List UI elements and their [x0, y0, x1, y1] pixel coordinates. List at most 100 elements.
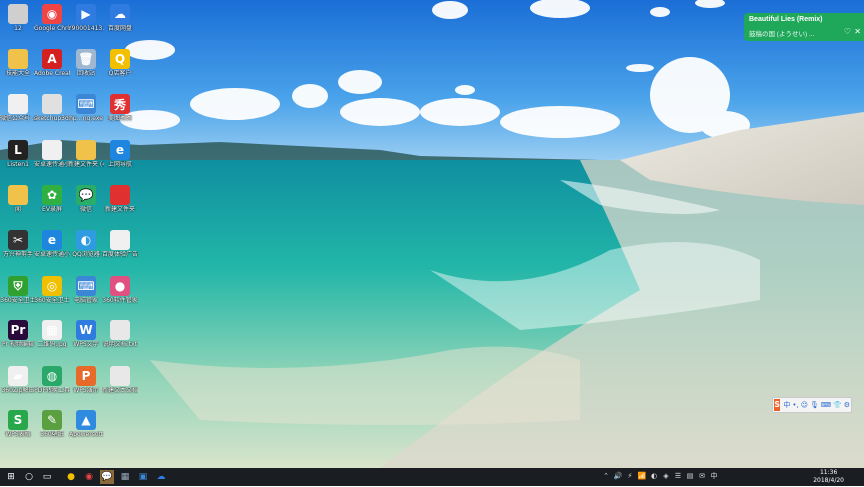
tray-icon[interactable]: ▤ [685, 470, 695, 482]
desktop-icon[interactable]: ◍ PDF转换工具 [34, 366, 70, 394]
desktop-icon[interactable]: ◐ QQ浏览器 [68, 230, 104, 258]
desktop-icon-label: 百度体验广告图 [102, 251, 138, 258]
desktop-icon[interactable]: 12 [0, 4, 36, 32]
desktop-icon[interactable]: ▰ 360Zip解压 [0, 366, 36, 394]
desktop-icon[interactable]: sketchup3d… [34, 94, 70, 122]
like-icon[interactable]: ♡ [844, 27, 851, 36]
desktop-icon[interactable]: W WPS文字 [68, 320, 104, 348]
clock-date: 2018/4/20 [813, 477, 844, 484]
app-icon: ✎ [42, 410, 62, 430]
desktop-icon-label: WPS表格 [5, 431, 31, 438]
tray-icon[interactable]: ⚡ [625, 470, 635, 482]
desktop-icon-label: 新建文件夹 (4) [68, 161, 104, 168]
desktop-icon-label: Listen1 [7, 161, 29, 168]
clock-time: 11:36 [819, 469, 838, 476]
app-icon: ☁ [110, 4, 130, 24]
desktop-icon[interactable]: ✿ EV录屏 [34, 185, 70, 213]
close-icon[interactable]: ✕ [854, 27, 861, 36]
desktop-icon[interactable]: L Listen1 [0, 140, 36, 168]
ime-punct-button[interactable]: •, [792, 401, 798, 409]
desktop-icon[interactable]: 安卓速传通小程序安装 [34, 140, 70, 168]
start-button[interactable]: ⊞ [4, 470, 18, 484]
ime-toolbar[interactable]: S 中 •, ☺ 🎙 ⌨ 👕 ⚙ [772, 397, 852, 413]
ime-skin-button[interactable]: 👕 [833, 401, 842, 409]
app-icon: e [42, 230, 62, 250]
desktop-icon-label: Q店客户 [108, 70, 132, 77]
task-view-button[interactable]: ▭ [40, 470, 54, 484]
tray-icon[interactable]: 中 [709, 470, 719, 482]
taskbar: ⊞ ○ ▭ ● ◉ 💬 ▦ ▣ ☁ ⌃ 🔊 ⚡ 📶 ◐ ◈ ☰ ▤ ✉ 中 11:36 2018/4/20 [0, 468, 864, 486]
tray-icon[interactable]: ⌃ [601, 470, 611, 482]
taskbar-app-icon[interactable]: ▦ [118, 470, 132, 484]
app-icon: ◐ [76, 230, 96, 250]
desktop-icon-label: 360壁纸 [40, 431, 64, 438]
ime-emoji-button[interactable]: ☺ [801, 401, 808, 409]
tray-icon[interactable]: ◈ [661, 470, 671, 482]
desktop-icon[interactable]: 新建文本文档 [102, 366, 138, 394]
desktop-icon-label: 12 [14, 25, 22, 32]
app-icon [76, 140, 96, 160]
desktop-icon[interactable]: ✎ 360壁纸 [34, 410, 70, 438]
desktop-icon[interactable]: 技能大全 [0, 49, 36, 77]
app-icon: ▰ [8, 366, 28, 386]
desktop-icon[interactable]: 说明文档.txt [102, 320, 138, 348]
taskbar-app-icon[interactable]: 💬 [100, 470, 114, 484]
desktop-icon[interactable]: ⛨ 360安全卫士 [0, 276, 36, 304]
ime-settings-button[interactable]: ⚙ [844, 401, 850, 409]
desktop-icon[interactable]: ◉Google Chrome [34, 4, 70, 32]
desktop-icon[interactable]: ✂ 万兴神剪手 [0, 230, 36, 258]
sogou-logo-icon[interactable]: S [774, 399, 781, 411]
app-icon: ▲ [76, 410, 96, 430]
app-icon [110, 230, 130, 250]
tray-icon[interactable]: ◐ [649, 470, 659, 482]
desktop-icon[interactable]: 秀美图秀秀 [102, 94, 138, 122]
desktop-icon-label: sketchup3d… [34, 115, 70, 122]
desktop-icon-label: 上网导航 [107, 161, 132, 168]
desktop-icon-label: 美图秀秀 [107, 115, 132, 122]
desktop-icon[interactable]: ▶Y90001413… [68, 4, 104, 32]
app-icon [42, 94, 62, 114]
desktop-icon[interactable]: Q Q店客户 [102, 49, 138, 77]
desktop-icon[interactable]: e 上网导航 [102, 140, 138, 168]
desktop-icon[interactable]: ◎ 360安全卫士 [34, 276, 70, 304]
taskbar-app-icon[interactable]: ▣ [136, 470, 150, 484]
desktop-icon[interactable]: ▲ Apowersoft [68, 410, 104, 438]
desktop-icon[interactable]: ⌨ 电脑管家 [68, 276, 104, 304]
desktop-icon[interactable]: S WPS表格 [0, 410, 36, 438]
clock[interactable]: 11:36 2018/4/20 [813, 468, 844, 487]
desktop-icon[interactable]: 💬 微信 [68, 185, 104, 213]
desktop-icon[interactable]: 微信公众号 .exe [0, 94, 36, 122]
tray-icon[interactable]: ✉ [697, 470, 707, 482]
music-player-widget[interactable]: Beautiful Lies (Remix) 鼓稿の国 (ようせい) ... ♡… [744, 13, 864, 41]
desktop-icon[interactable]: 新建文件夹 [102, 185, 138, 213]
desktop-icon-label: Apowersoft [69, 431, 103, 438]
desktop-icon-label: Google Chrome [34, 25, 70, 32]
app-icon: Q [110, 49, 130, 69]
app-icon: Pr [8, 320, 28, 340]
desktop-icon[interactable]: P WPS演示 [68, 366, 104, 394]
tray-icon[interactable]: ☰ [673, 470, 683, 482]
desktop-icon[interactable]: 🗑 回收站 [68, 49, 104, 77]
taskbar-app-icon[interactable]: ☁ [154, 470, 168, 484]
tray-icon[interactable]: 📶 [637, 470, 647, 482]
desktop-icon-label: WPS演示 [73, 387, 99, 394]
desktop-icon[interactable]: 百度体验广告图 [102, 230, 138, 258]
desktop-icon[interactable]: ☁ 百度网盘 [102, 4, 138, 32]
ime-keyboard-button[interactable]: ⌨ [821, 401, 831, 409]
search-button[interactable]: ○ [22, 470, 36, 484]
ime-voice-button[interactable]: 🎙 [810, 401, 819, 409]
desktop-icon[interactable]: ⌨ hp…ng.exe [68, 94, 104, 122]
desktop-icon[interactable]: AAdobe Creat… [34, 49, 70, 77]
desktop-icon-label: 360软件管家 [102, 297, 138, 304]
ime-lang-button[interactable]: 中 [783, 400, 790, 410]
taskbar-app-icon[interactable]: ● [64, 470, 78, 484]
desktop-icon[interactable]: Pr Pr 视频编辑 [0, 320, 36, 348]
tray-icon[interactable]: 🔊 [613, 470, 623, 482]
desktop-icon[interactable]: e安卓速传通小程序安装 [34, 230, 70, 258]
desktop-icon[interactable]: 闻 [0, 185, 36, 213]
desktop-icon-label: 回收站 [76, 70, 95, 77]
taskbar-app-icon[interactable]: ◉ [82, 470, 96, 484]
desktop-icon[interactable]: ▦ 二维码.jpg [34, 320, 70, 348]
desktop-icon[interactable]: 新建文件夹 (4) [68, 140, 104, 168]
desktop-icon[interactable]: ● 360软件管家 [102, 276, 138, 304]
